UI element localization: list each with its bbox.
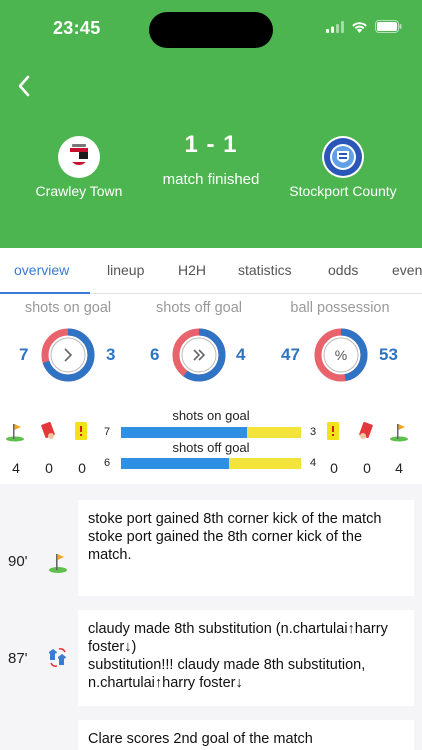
red-card-icon xyxy=(41,421,55,439)
match-status: match finished xyxy=(162,171,260,188)
donut-shots-on-goal xyxy=(41,328,95,382)
overview-panel: shots on goal 7 3 shots off goal 6 4 bal… xyxy=(0,294,422,484)
percent-icon: % xyxy=(335,347,347,363)
wifi-icon xyxy=(352,21,367,33)
bar-away-shots-on-goal: 3 xyxy=(310,426,317,438)
tab-bar: overview lineup H2H statistics odds even xyxy=(0,248,422,294)
home-yellow-cards-count: 0 xyxy=(78,460,86,476)
chevron-left-icon xyxy=(18,75,30,97)
back-button[interactable] xyxy=(10,72,38,100)
corner-flag-icon xyxy=(390,424,408,442)
status-time: 23:45 xyxy=(53,18,101,38)
away-team[interactable]: Stockport County xyxy=(280,136,406,199)
tab-h2h[interactable]: H2H xyxy=(178,262,206,278)
score: 1 - 1 xyxy=(184,131,238,158)
stat-title-ball-possession: ball possession xyxy=(290,300,390,316)
away-red-cards-count: 0 xyxy=(363,460,371,476)
tab-statistics[interactable]: statistics xyxy=(238,262,292,278)
stat-title-shots-off-goal: shots off goal xyxy=(156,300,242,316)
feed-text: Clare scores 2nd goal of the match xyxy=(78,720,414,750)
stat-away-shots-on-goal: 3 xyxy=(106,345,116,364)
home-red-cards-count: 0 xyxy=(45,460,53,476)
feed-text: claudy made 8th substitution (n.chartula… xyxy=(78,610,414,706)
substitution-icon xyxy=(49,648,66,667)
away-team-crest xyxy=(322,136,364,178)
tab-odds[interactable]: odds xyxy=(328,262,358,278)
bar-shots-off-goal xyxy=(121,458,301,469)
signal-icon xyxy=(326,20,344,33)
feed-text: stoke port gained 8th corner kick of the… xyxy=(78,500,414,596)
home-corners-count: 4 xyxy=(12,460,20,476)
bar-shots-on-goal xyxy=(121,427,301,438)
stat-away-ball-possession: 53 xyxy=(379,345,398,364)
bar-away-shots-off-goal: 4 xyxy=(310,457,317,469)
tab-events[interactable]: even xyxy=(392,262,422,278)
feed-minute: 87' xyxy=(8,650,28,667)
home-team-crest xyxy=(58,136,100,178)
stat-home-shots-on-goal: 7 xyxy=(19,345,29,364)
corner-flag-icon xyxy=(49,554,67,573)
bar-title-shots-on-goal: shots on goal xyxy=(172,408,250,423)
stat-home-ball-possession: 47 xyxy=(281,345,300,364)
tab-overview[interactable]: overview xyxy=(14,262,69,278)
status-icons xyxy=(326,20,402,33)
donut-shots-off-goal xyxy=(172,328,226,382)
donut-ball-possession: % xyxy=(314,328,368,382)
bar-home-shots-on-goal: 7 xyxy=(104,426,111,438)
corner-flag-icon xyxy=(6,424,24,442)
away-team-name: Stockport County xyxy=(289,183,397,199)
yellow-card-icon xyxy=(75,422,87,440)
yellow-card-icon xyxy=(327,422,339,440)
match-header: 23:45 Crawley Town 1 - 1 match finished … xyxy=(0,0,422,248)
bar-home-shots-off-goal: 6 xyxy=(104,457,111,469)
stat-home-shots-off-goal: 6 xyxy=(150,345,160,364)
tab-lineup[interactable]: lineup xyxy=(107,262,144,278)
away-yellow-cards-count: 0 xyxy=(330,460,338,476)
away-corners-count: 4 xyxy=(395,460,403,476)
bar-title-shots-off-goal: shots off goal xyxy=(172,440,250,455)
feed-minute: 90' xyxy=(8,553,28,570)
dynamic-island xyxy=(149,12,273,48)
stat-away-shots-off-goal: 4 xyxy=(236,345,246,364)
red-card-icon xyxy=(359,421,373,439)
battery-icon xyxy=(375,20,402,33)
home-team[interactable]: Crawley Town xyxy=(26,136,132,199)
home-team-name: Crawley Town xyxy=(35,183,123,199)
stat-title-shots-on-goal: shots on goal xyxy=(24,300,112,316)
